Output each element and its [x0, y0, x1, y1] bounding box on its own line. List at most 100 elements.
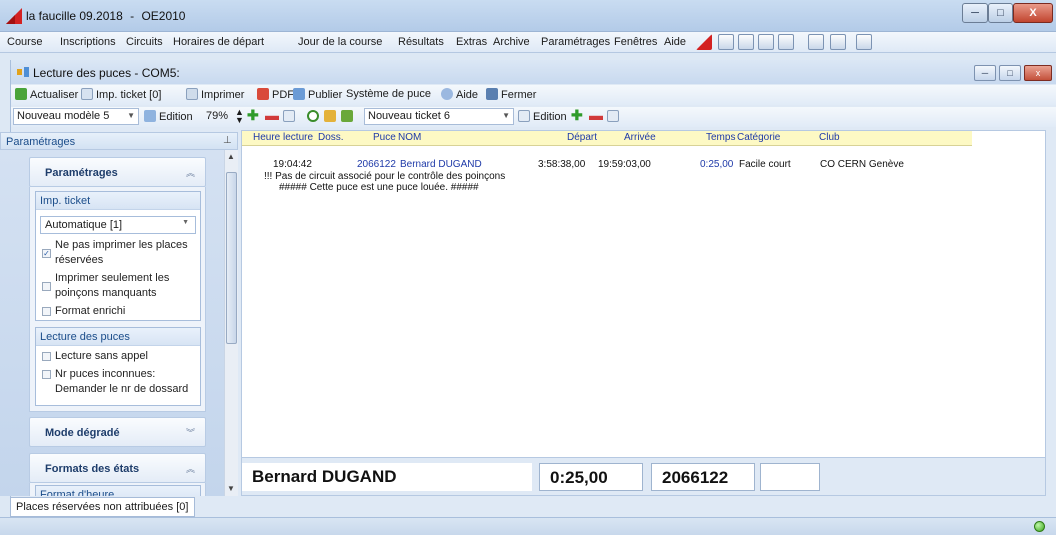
col-depart[interactable]: Départ — [567, 132, 597, 143]
menu-horaires[interactable]: Horaires de départ — [173, 36, 264, 48]
circle-icon[interactable] — [307, 110, 322, 123]
print-ticket-button[interactable]: Imp. ticket [0] — [81, 88, 161, 101]
menu-aide[interactable]: Aide — [664, 36, 686, 48]
cell-arrivee: 19:59:03,00 — [598, 159, 651, 170]
runner-icon[interactable] — [324, 110, 339, 123]
close-label: Fermer — [501, 89, 537, 101]
child-close-button[interactable]: x — [1024, 65, 1052, 81]
document-icon — [518, 110, 530, 122]
group-formats-header[interactable]: Formats des états ︽ — [29, 453, 206, 483]
menu-fenetres[interactable]: Fenêtres — [614, 36, 657, 48]
card-icon[interactable] — [718, 34, 734, 50]
app-module-text: OE2010 — [141, 9, 186, 23]
checkbox-icon[interactable] — [42, 307, 51, 316]
close-button[interactable]: X — [1013, 3, 1053, 23]
col-doss[interactable]: Doss. — [318, 132, 344, 143]
award-icon[interactable] — [758, 34, 774, 50]
scrollbar-thumb[interactable] — [226, 172, 237, 344]
add-ticket-icon[interactable]: ✚ — [571, 107, 583, 124]
group-mode-degrade-title: Mode dégradé — [45, 427, 120, 439]
col-club[interactable]: Club — [819, 132, 840, 143]
checkbox-icon[interactable] — [42, 370, 51, 379]
current-reading-panel: Bernard DUGAND 0:25,00 2066122 — [241, 458, 1046, 496]
option-missing-only[interactable]: Imprimer seulement les poinçons manquant… — [42, 271, 197, 301]
menu-course[interactable]: Course — [7, 36, 42, 48]
print-mode-value: Automatique [1] — [45, 219, 123, 231]
menu-resultats[interactable]: Résultats — [398, 36, 444, 48]
table-icon[interactable] — [738, 34, 754, 50]
chip-system-button[interactable]: Système de puce — [346, 88, 431, 100]
ticket-select[interactable]: Nouveau ticket 6 ▼ — [364, 108, 514, 125]
col-heure-lecture[interactable]: Heure lecture — [253, 132, 313, 143]
expand-icon[interactable]: ︾ — [186, 426, 195, 439]
pin-icon[interactable]: ⊥ — [223, 135, 232, 146]
cell-heure: 19:04:42 — [273, 159, 312, 170]
warning-message: !!! Pas de circuit associé pour le contr… — [264, 171, 506, 182]
edit-icon[interactable] — [283, 110, 298, 123]
collapse-icon[interactable]: ︽ — [186, 462, 195, 475]
model-select-value: Nouveau modèle 5 — [17, 110, 110, 122]
refresh-button[interactable]: Actualiser — [15, 88, 78, 101]
reserved-places-tab[interactable]: Places réservées non attribuées [0] — [10, 497, 195, 517]
chip-reader-icon[interactable] — [808, 34, 824, 50]
export-icon[interactable] — [830, 34, 846, 50]
col-puce[interactable]: Puce — [373, 132, 396, 143]
edition-button[interactable]: Edition — [144, 110, 193, 123]
close-window-button[interactable]: Fermer — [486, 88, 536, 101]
checkbox-checked-icon[interactable]: ✓ — [42, 249, 51, 258]
model-select[interactable]: Nouveau modèle 5 ▼ — [13, 108, 139, 125]
time-format-section: Format d'heure — [35, 485, 201, 496]
maximize-button[interactable]: □ — [988, 3, 1013, 23]
collapse-icon[interactable]: ︽ — [186, 166, 195, 179]
col-arrivee[interactable]: Arrivée — [624, 132, 656, 143]
brand-icon[interactable] — [696, 34, 712, 50]
minimize-button[interactable]: ─ — [962, 3, 988, 23]
zoom-value[interactable]: 79% — [206, 110, 228, 122]
help-button[interactable]: Aide — [441, 88, 478, 101]
zoom-spinner-icon[interactable]: ▲ ▼ — [235, 108, 244, 125]
group-parametrages-header[interactable]: Paramétrages ︽ — [29, 157, 206, 187]
checkbox-icon[interactable] — [42, 282, 51, 291]
pdf-button[interactable]: PDF — [257, 88, 294, 101]
group-mode-degrade-header[interactable]: Mode dégradé ︾ — [29, 417, 206, 447]
publish-button[interactable]: Publier — [293, 88, 342, 101]
remove-ticket-icon[interactable]: ▬ — [589, 107, 603, 123]
col-nom[interactable]: NOM — [398, 132, 421, 143]
printer-icon[interactable] — [778, 34, 794, 50]
scroll-up-icon[interactable]: ▲ — [227, 152, 235, 161]
option-rich-format[interactable]: Format enrichi — [42, 304, 197, 319]
menu-archive[interactable]: Archive — [493, 36, 530, 48]
grid-icon — [144, 110, 156, 122]
exit-icon[interactable] — [856, 34, 872, 50]
add-icon[interactable]: ✚ — [247, 107, 259, 124]
edition2-button[interactable]: Edition — [518, 110, 567, 123]
col-temps[interactable]: Temps — [706, 132, 735, 143]
option-no-reserved[interactable]: ✓ Ne pas imprimer les places réservées — [42, 238, 197, 268]
option-unknown-chips[interactable]: Nr puces inconnues: Demander le nr de do… — [42, 367, 197, 397]
menu-jour-course[interactable]: Jour de la course — [298, 36, 382, 48]
menu-inscriptions[interactable]: Inscriptions — [60, 36, 116, 48]
child-minimize-button[interactable]: ─ — [974, 65, 996, 81]
option-no-call[interactable]: Lecture sans appel — [42, 349, 197, 364]
print-button[interactable]: Imprimer — [186, 88, 244, 101]
filter-icon[interactable] — [341, 110, 356, 123]
print-ticket-label: Imp. ticket [0] — [96, 89, 162, 101]
left-panel-scrollbar[interactable]: ▲ ▼ — [224, 150, 238, 496]
menu-extras[interactable]: Extras — [456, 36, 487, 48]
remove-icon[interactable]: ▬ — [265, 107, 279, 123]
option-unknown-chips-label: Nr puces inconnues: Demander le nr de do… — [55, 368, 189, 395]
menu-circuits[interactable]: Circuits — [126, 36, 163, 48]
scroll-down-icon[interactable]: ▼ — [227, 484, 235, 493]
col-categorie[interactable]: Catégorie — [737, 132, 780, 143]
menu-parametrages[interactable]: Paramétrages — [541, 36, 610, 48]
print-mode-select[interactable]: Automatique [1] ▼ — [40, 216, 196, 234]
grid-header: Heure lecture Doss. Puce NOM Départ Arri… — [242, 131, 972, 146]
ticket-preview-icon[interactable] — [607, 110, 622, 123]
checkbox-icon[interactable] — [42, 352, 51, 361]
ticket-icon — [81, 88, 93, 100]
left-panel-body: Paramétrages ︽ Imp. ticket Automatique [… — [0, 150, 238, 496]
menu-bar: Course Inscriptions Circuits Horaires de… — [0, 32, 1056, 53]
chevron-down-icon: ▼ — [502, 111, 510, 120]
child-maximize-button[interactable]: □ — [999, 65, 1021, 81]
left-panel-title: Paramétrages — [6, 136, 76, 148]
